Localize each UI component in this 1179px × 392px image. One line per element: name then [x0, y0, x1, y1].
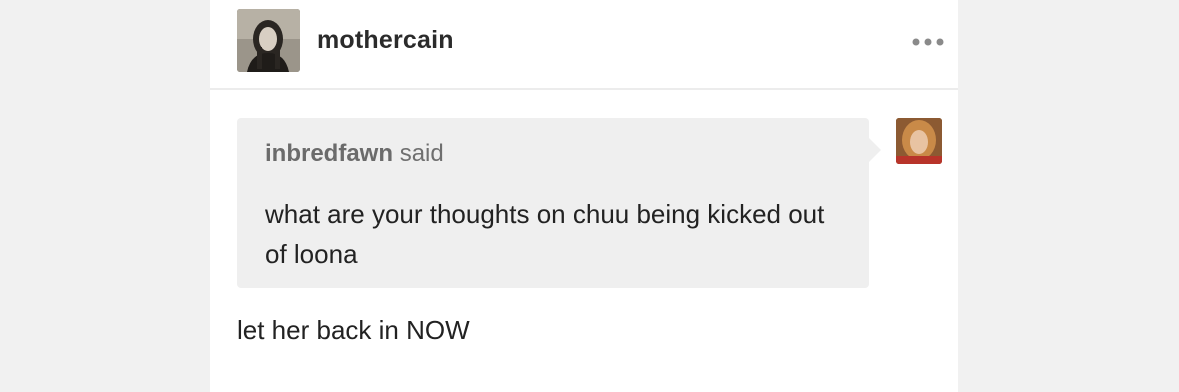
asker-line: inbredfawn said [265, 140, 444, 168]
said-label: said [399, 140, 444, 167]
post-header: mothercain [210, 0, 958, 90]
avatar-photo [237, 9, 300, 72]
answer-text: let her back in NOW [237, 315, 470, 345]
ask-bubble: inbredfawn said what are your thoughts o… [237, 118, 881, 288]
blog-avatar[interactable] [237, 9, 300, 72]
asker-avatar[interactable] [896, 118, 942, 164]
asker-avatar-photo [896, 118, 942, 164]
more-horizontal-icon[interactable] [910, 28, 946, 56]
ask-question: what are your thoughts on chuu being kic… [265, 199, 825, 269]
blog-name[interactable]: mothercain [317, 26, 454, 55]
post-card: mothercain inbredfawn said what are your… [210, 0, 958, 392]
asker-name[interactable]: inbredfawn [265, 140, 393, 167]
